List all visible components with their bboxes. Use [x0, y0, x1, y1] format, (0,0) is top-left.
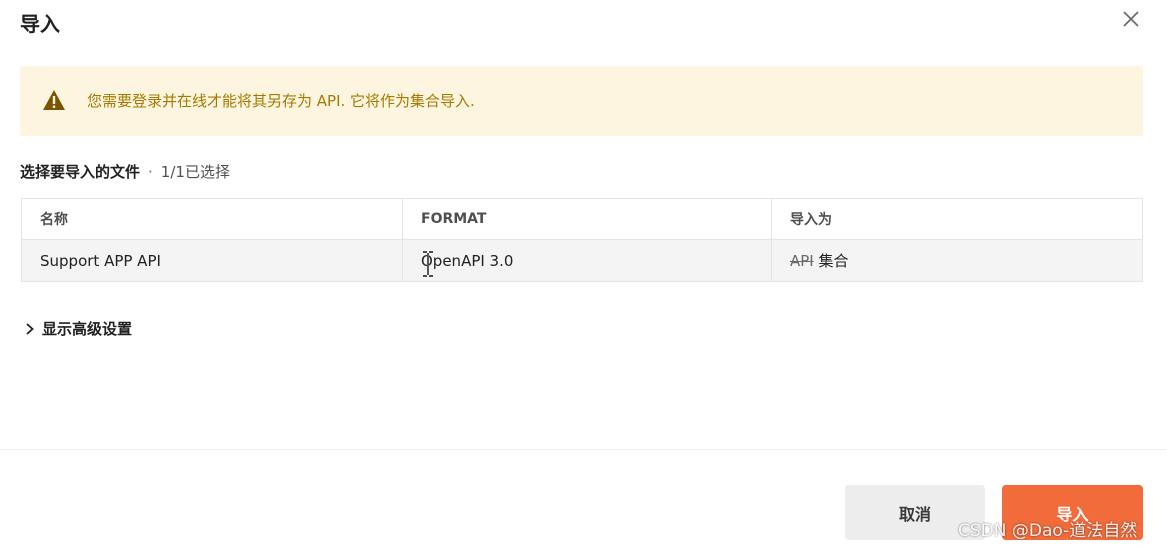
close-icon [1123, 11, 1139, 27]
import-button[interactable]: 导入 [1002, 485, 1143, 540]
cell-file-name: Support APP API [21, 239, 403, 282]
import-as-struck-text: API [790, 252, 814, 270]
selection-count: 1/1已选择 [160, 163, 230, 181]
warning-banner: 您需要登录并在线才能将其另存为 API. 它将作为集合导入. [20, 66, 1143, 136]
file-selection-header: 选择要导入的文件 · 1/1已选择 [20, 161, 230, 182]
dialog-title: 导入 [20, 12, 60, 36]
import-dialog: 导入 您需要登录并在线才能将其另存为 API. 它将作为集合导入. 选择要导入的… [0, 0, 1167, 549]
chevron-right-icon [26, 322, 34, 335]
table-row[interactable]: Support APP API OpenAPI 3.0 API 集合 [21, 239, 1143, 282]
file-table: 名称 FORMAT 导入为 Support APP API OpenAPI 3.… [21, 198, 1143, 282]
column-header-import-as: 导入为 [771, 198, 1143, 240]
table-header-row: 名称 FORMAT 导入为 [21, 198, 1143, 240]
warning-text: 您需要登录并在线才能将其另存为 API. 它将作为集合导入. [87, 92, 475, 110]
column-header-format: FORMAT [402, 198, 772, 240]
close-button[interactable] [1118, 6, 1144, 32]
cancel-button[interactable]: 取消 [845, 485, 985, 540]
import-as-text: 集合 [818, 252, 849, 270]
footer-divider [0, 449, 1167, 450]
show-advanced-settings-toggle[interactable]: 显示高级设置 [22, 318, 132, 339]
warning-triangle-icon [43, 90, 65, 110]
column-header-name: 名称 [21, 198, 403, 240]
cell-format: OpenAPI 3.0 [402, 239, 772, 282]
cell-import-as[interactable]: API 集合 [771, 239, 1143, 282]
file-selection-label: 选择要导入的文件 [20, 163, 141, 181]
advanced-settings-label: 显示高级设置 [42, 320, 133, 338]
separator-dot: · [148, 163, 153, 181]
